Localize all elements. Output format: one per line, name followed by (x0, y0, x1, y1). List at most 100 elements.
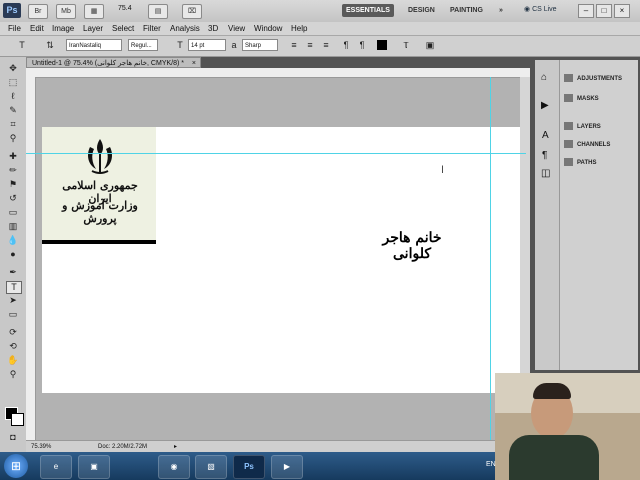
quick-selection-tool-icon[interactable]: ✎ (6, 105, 20, 116)
path-selection-tool-icon[interactable]: ➤ (6, 295, 20, 306)
cs-live-icon: ◉ (524, 6, 531, 13)
emblem-icon (88, 139, 112, 174)
panel-layers[interactable]: LAYERS (564, 120, 601, 134)
eraser-tool-icon[interactable]: ▭ (6, 207, 20, 218)
dodge-tool-icon[interactable]: ● (6, 249, 20, 260)
minibridge-icon[interactable]: Mb (56, 4, 76, 19)
layers-icon (564, 122, 573, 131)
menu-edit[interactable]: Edit (30, 22, 44, 35)
history-brush-tool-icon[interactable]: ↺ (6, 193, 20, 204)
canvas-text-layer[interactable]: خانم هاجر کلوانی (372, 230, 452, 262)
cs-live-button[interactable]: ◉ CS Live (524, 5, 557, 13)
marquee-tool-icon[interactable]: ⬚ (6, 77, 20, 88)
panel-icon-strip: ⌂ ▶ A ¶ ◫ (535, 60, 560, 370)
antialias-icon: a (231, 40, 237, 50)
character-panel-icon[interactable]: A (542, 130, 549, 141)
panel-adjustments[interactable]: ADJUSTMENTS (564, 72, 622, 86)
menu-image[interactable]: Image (52, 22, 74, 35)
panel-channels[interactable]: CHANNELS (564, 138, 610, 152)
menu-analysis[interactable]: Analysis (170, 22, 200, 35)
arrange-documents-icon[interactable]: ▤ (148, 4, 168, 19)
menu-file[interactable]: File (8, 22, 21, 35)
minimize-button[interactable]: – (578, 4, 594, 18)
gradient-tool-icon[interactable]: ▥ (6, 221, 20, 232)
close-button[interactable]: × (614, 4, 630, 18)
language-indicator[interactable]: EN (486, 461, 496, 468)
menu-select[interactable]: Select (112, 22, 134, 35)
webcam-hair (533, 383, 571, 399)
logo-line2: وزارت آموزش و پرورش (62, 199, 138, 225)
3d-orbit-tool-icon[interactable]: ⟲ (6, 341, 20, 352)
type-tool-icon[interactable]: T (6, 281, 22, 294)
type-tool-icon[interactable]: T (16, 39, 28, 51)
font-family-select[interactable]: IranNastaliq (66, 39, 122, 51)
align-center-icon[interactable]: ≡ (304, 39, 316, 51)
taskbar-firefox-icon[interactable]: ◉ (158, 455, 190, 479)
text-orientation-icon[interactable]: ⇅ (44, 39, 56, 51)
panel-masks[interactable]: MASKS (564, 92, 599, 106)
clone-stamp-tool-icon[interactable]: ⚑ (6, 179, 20, 190)
text-color-swatch[interactable] (377, 40, 387, 50)
menu-window[interactable]: Window (254, 22, 282, 35)
zoom-tool-icon[interactable]: ⚲ (6, 369, 20, 380)
spot-healing-tool-icon[interactable]: ✚ (6, 151, 20, 162)
align-left-icon[interactable]: ≡ (288, 39, 300, 51)
zoom-level[interactable]: 75.4 (118, 5, 132, 12)
blur-tool-icon[interactable]: 💧 (6, 235, 20, 246)
lasso-tool-icon[interactable]: ℓ (6, 91, 20, 102)
menu-3d[interactable]: 3D (208, 22, 218, 35)
ministry-logo: جمهوری اسلامی ایران وزارت آموزش و پرورش (42, 127, 156, 243)
menu-layer[interactable]: Layer (83, 22, 103, 35)
start-button[interactable]: ⊞ (4, 454, 28, 478)
actions-panel-icon[interactable]: ▶ (541, 100, 549, 111)
hand-tool-icon[interactable]: ✋ (6, 355, 20, 366)
font-style-select[interactable]: Regul... (128, 39, 158, 51)
webcam-overlay (495, 373, 640, 480)
taskbar-app-icon[interactable]: ▧ (195, 455, 227, 479)
screen-mode-icon[interactable]: ⌧ (182, 4, 202, 19)
crop-tool-icon[interactable]: ⌗ (6, 119, 20, 130)
view-extras-icon[interactable]: ▦ (84, 4, 104, 19)
paragraph-direction-icon[interactable]: ¶ (340, 39, 352, 51)
eyedropper-tool-icon[interactable]: ⚲ (6, 133, 20, 144)
justify-icon[interactable]: ¶ (356, 39, 368, 51)
menu-view[interactable]: View (228, 22, 245, 35)
taskbar-explorer-icon[interactable]: ▣ (78, 455, 110, 479)
taskbar-ie-icon[interactable]: e (40, 455, 72, 479)
font-size-select[interactable]: 14 pt (188, 39, 226, 51)
menu-filter[interactable]: Filter (143, 22, 161, 35)
text-cursor-icon: Ⅰ (441, 165, 444, 176)
maximize-button[interactable]: □ (596, 4, 612, 18)
workspace-design[interactable]: DESIGN (404, 4, 439, 17)
horizontal-ruler[interactable] (26, 68, 530, 78)
toolbox: ✥ ⬚ ℓ ✎ ⌗ ⚲ ✚ ✏ ⚑ ↺ ▭ ▥ 💧 ● ✒ T ➤ ▭ ⟳ ⟲ … (0, 57, 27, 452)
background-color-swatch[interactable] (11, 413, 24, 426)
3d-rotate-tool-icon[interactable]: ⟳ (6, 327, 20, 338)
panel-paths[interactable]: PATHS (564, 156, 596, 170)
history-panel-icon[interactable]: ⌂ (541, 72, 547, 83)
photoshop-logo: Ps (3, 3, 21, 18)
logo-underline-bar (42, 240, 156, 244)
taskbar-media-icon[interactable]: ▶ (271, 455, 303, 479)
bridge-icon[interactable]: Br (28, 4, 48, 19)
brush-tool-icon[interactable]: ✏ (6, 165, 20, 176)
menu-help[interactable]: Help (291, 22, 307, 35)
workspace-painting[interactable]: PAINTING (446, 4, 487, 17)
workspace-essentials[interactable]: ESSENTIALS (342, 4, 394, 17)
more-workspaces-button[interactable]: » (495, 4, 507, 17)
vertical-ruler[interactable] (26, 77, 36, 440)
paragraph-panel-icon[interactable]: ¶ (542, 150, 547, 161)
character-panel-icon[interactable]: ▣ (424, 39, 436, 51)
brush-presets-icon[interactable]: ◫ (541, 168, 550, 179)
quick-mask-icon[interactable]: ◘ (6, 432, 20, 443)
document-tab[interactable]: Untitled-1 @ 75.4% (خانم هاجر کلوانی, CM… (26, 57, 201, 68)
warp-text-icon[interactable]: Ⲧ (400, 39, 412, 51)
antialias-select[interactable]: Sharp (242, 39, 278, 51)
vertical-guide[interactable] (490, 77, 491, 440)
pen-tool-icon[interactable]: ✒ (6, 267, 20, 278)
align-right-icon[interactable]: ≡ (320, 39, 332, 51)
shape-tool-icon[interactable]: ▭ (6, 309, 20, 320)
horizontal-guide[interactable] (26, 153, 526, 154)
move-tool-icon[interactable]: ✥ (6, 63, 20, 74)
taskbar-photoshop-icon[interactable]: Ps (233, 455, 265, 479)
